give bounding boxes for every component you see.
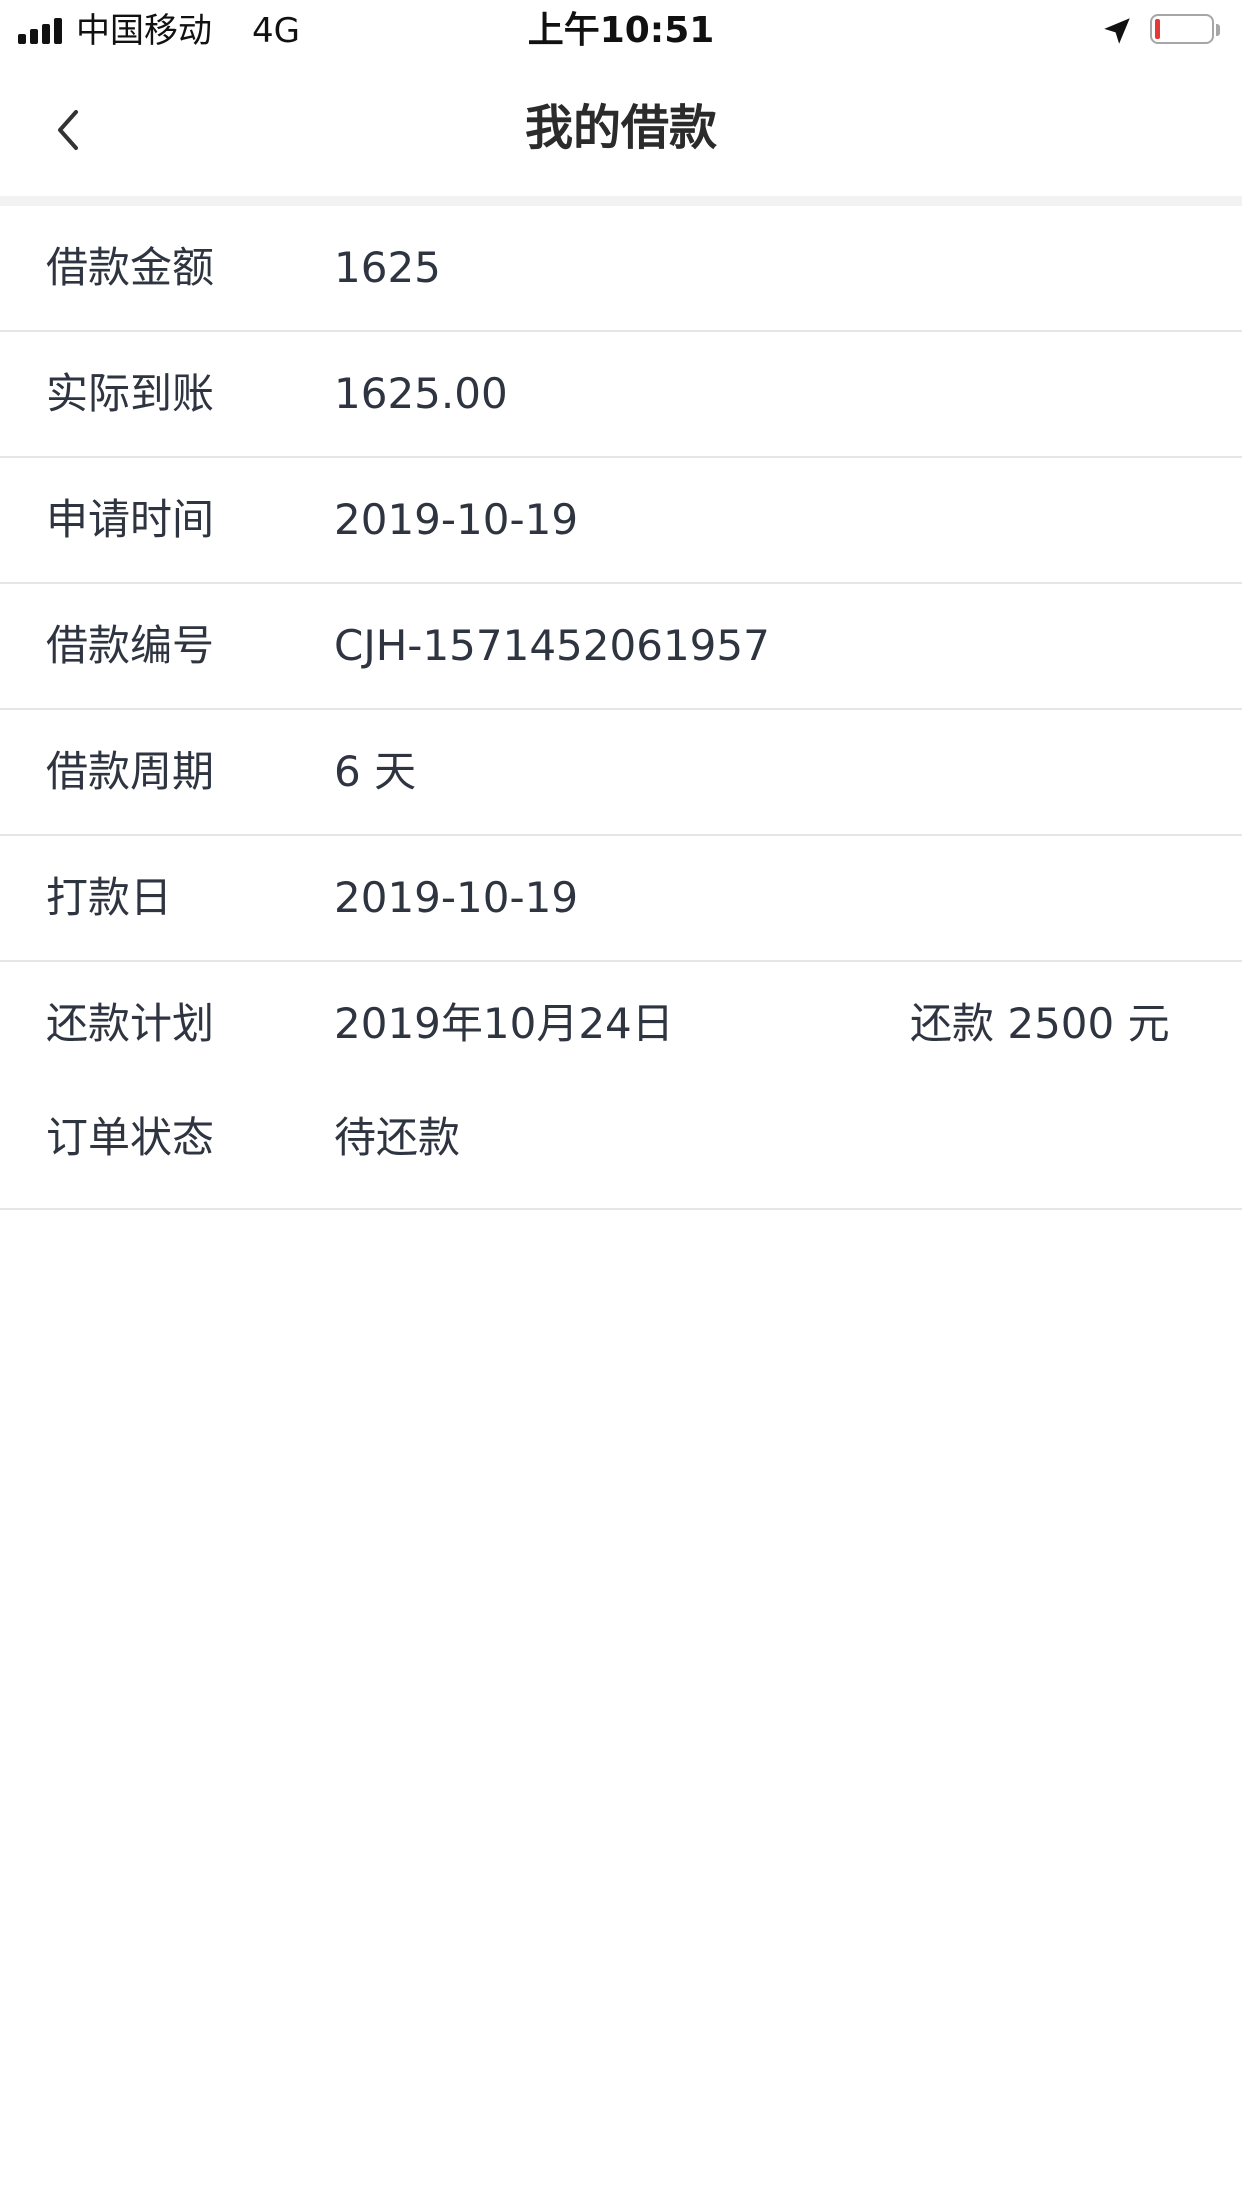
- payment-date-value: 2019-10-19: [334, 873, 579, 922]
- battery-icon: [1150, 14, 1220, 48]
- status-bar: 中国移动 4G 上午10:51: [0, 0, 1242, 62]
- apply-time-label: 申请时间: [46, 495, 215, 544]
- nav-separator: [0, 196, 1242, 206]
- row-loan-number: 借款编号 CJH-1571452061957: [0, 584, 1242, 710]
- loan-number-value: CJH-1571452061957: [334, 621, 770, 670]
- location-arrow-icon: [1104, 18, 1130, 44]
- apply-time-value: 2019-10-19: [334, 495, 579, 544]
- repayment-plan-date: 2019年10月24日: [334, 999, 674, 1048]
- row-repayment-plan: 还款计划 2019年10月24日 还款 2500 元: [0, 962, 1242, 1088]
- payment-date-label: 打款日: [46, 873, 173, 922]
- repayment-plan-label: 还款计划: [46, 999, 215, 1048]
- row-apply-time: 申请时间 2019-10-19: [0, 458, 1242, 584]
- row-actual-received: 实际到账 1625.00: [0, 332, 1242, 458]
- loan-detail-list: 借款金额 1625 实际到账 1625.00 申请时间 2019-10-19 借…: [0, 206, 1242, 1210]
- loan-amount-label: 借款金额: [46, 243, 215, 292]
- loan-period-label: 借款周期: [46, 747, 215, 796]
- nav-bar: 我的借款: [0, 62, 1242, 196]
- actual-received-value: 1625.00: [334, 369, 508, 418]
- row-order-status: 订单状态 待还款: [0, 1088, 1242, 1210]
- loan-amount-value: 1625: [334, 243, 441, 292]
- loan-number-label: 借款编号: [46, 621, 215, 670]
- battery-level: [1155, 19, 1160, 39]
- page-title: 我的借款: [524, 100, 717, 156]
- row-loan-amount: 借款金额 1625: [0, 206, 1242, 332]
- order-status-label: 订单状态: [46, 1113, 215, 1162]
- loan-period-value: 6 天: [334, 747, 417, 796]
- actual-received-label: 实际到账: [46, 369, 215, 418]
- row-loan-period: 借款周期 6 天: [0, 710, 1242, 836]
- repayment-plan-amount: 还款 2500 元: [910, 999, 1170, 1048]
- row-payment-date: 打款日 2019-10-19: [0, 836, 1242, 962]
- status-time: 上午10:51: [527, 10, 715, 51]
- order-status-value: 待还款: [334, 1113, 461, 1162]
